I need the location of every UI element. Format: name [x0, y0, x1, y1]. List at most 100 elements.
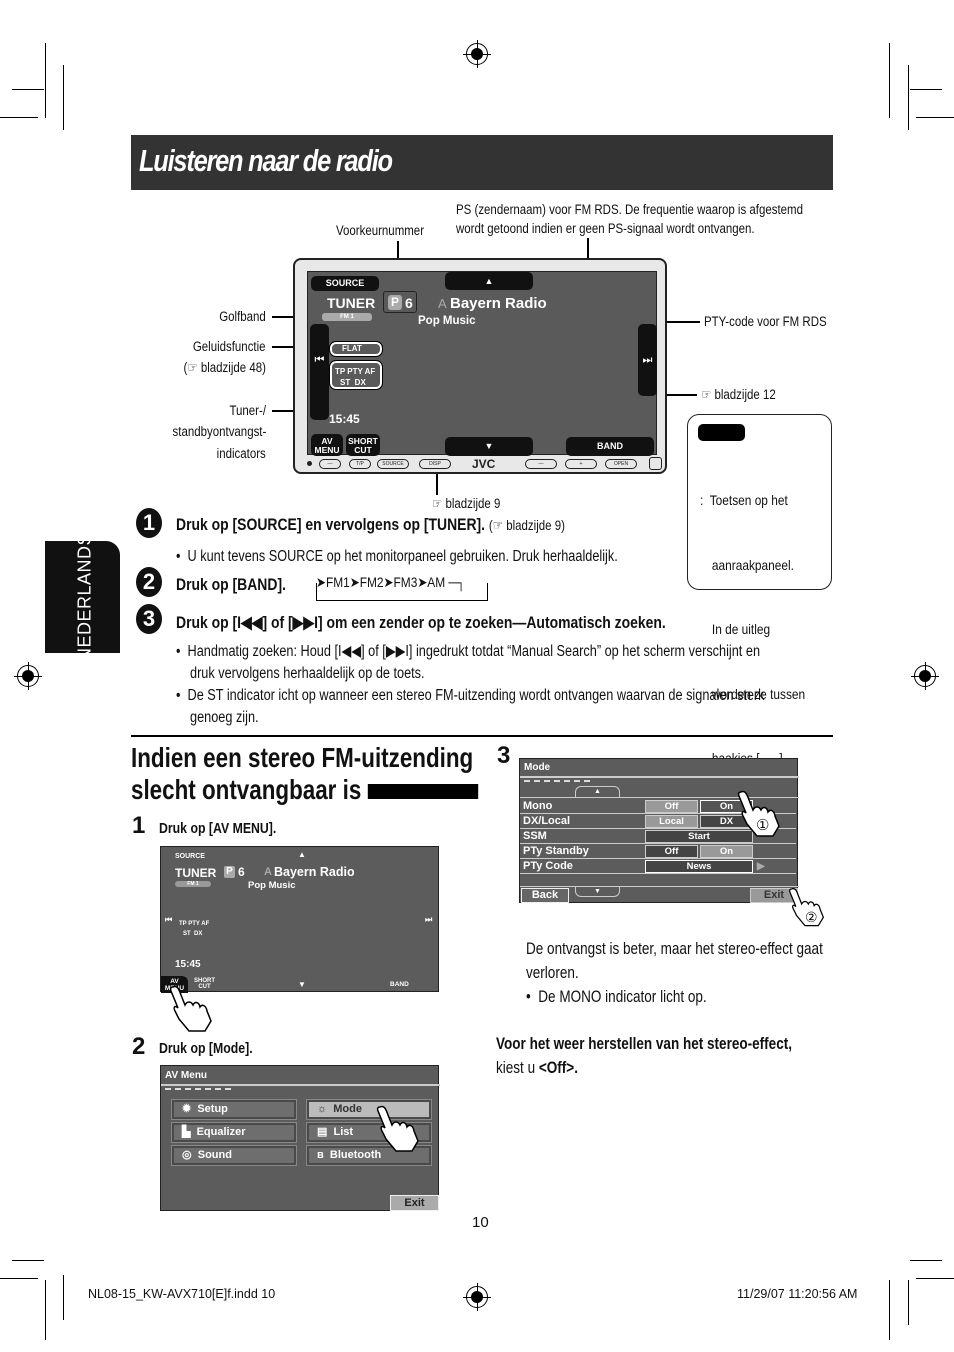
touch-key-symbol: [698, 424, 745, 441]
disp-button[interactable]: DISP: [419, 459, 451, 469]
step-number-3: 3: [136, 604, 162, 634]
av-menu-button[interactable]: AVMENU: [311, 434, 343, 456]
crop-mark: [916, 1278, 954, 1279]
hw-source-button[interactable]: SOURCE: [377, 459, 409, 469]
legend-box: : Toetsen op het aanraakpaneel. In de ui…: [687, 414, 832, 831]
att-button[interactable]: —: [319, 459, 341, 469]
next-button[interactable]: ⏭: [425, 915, 432, 925]
back-button[interactable]: Back: [521, 888, 569, 903]
section-heading-line2: slecht ontvangbaar is: [131, 774, 478, 806]
step-1-ref: (☞ bladzijde 9): [488, 517, 565, 533]
source-button[interactable]: SOURCE: [311, 276, 379, 291]
row-label: PTy Code: [523, 860, 573, 872]
label-page12: ☞ bladzijde 12: [701, 387, 776, 402]
av-menu-label2: MENU: [314, 445, 340, 455]
callout-number-2: ②: [805, 909, 818, 925]
tuner-indicators: TP PTY AF ST DX: [329, 360, 383, 390]
scroll-down-button[interactable]: ▼: [575, 887, 620, 897]
crop-mark: [45, 43, 46, 118]
label-band: Golfband: [219, 309, 266, 324]
result-text-line1: De ontvangst is beter, maar het stereo-e…: [526, 940, 823, 958]
list-divider: [520, 886, 799, 887]
bluetooth-icon: ʙ: [317, 1149, 324, 1161]
step-1-bullet-text: U kunt tevens SOURCE op het monitorpanee…: [187, 548, 618, 565]
volume-up-button[interactable]: +: [565, 459, 597, 469]
footer-timestamp: 11/29/07 11:20:56 AM: [737, 1287, 858, 1301]
band-button[interactable]: BAND: [566, 437, 654, 456]
up-button[interactable]: ▲: [445, 272, 533, 290]
step-3-bullet-cont: druk vervolgens herhaaldelijk op de toet…: [190, 665, 425, 682]
down-button[interactable]: ▼: [445, 437, 533, 456]
language-tab: NEDERLANDS: [45, 533, 120, 661]
prev-button[interactable]: ⏮: [310, 324, 329, 420]
crop-mark: [889, 43, 890, 118]
menu-item-sound[interactable]: ◎ Sound: [171, 1145, 297, 1166]
indicator-row1: TP PTY AF: [335, 367, 376, 376]
preset-number: 6: [238, 865, 245, 879]
option-on[interactable]: On: [700, 845, 753, 858]
open-button[interactable]: OPEN: [605, 459, 637, 469]
gear-icon: ✹: [182, 1103, 192, 1115]
sub-step-2-text: Druk op [Mode].: [159, 1040, 253, 1057]
option-news[interactable]: News: [645, 860, 753, 873]
crop-mark: [0, 1278, 38, 1279]
tuner-screen-small: SOURCE ▲ TUNER FM 1 P 6 A Bayern Radio P…: [160, 846, 439, 993]
equalizer-icon: ▙: [182, 1126, 191, 1138]
option-off-selected[interactable]: Off: [645, 845, 698, 858]
band-button[interactable]: BAND: [390, 981, 409, 988]
label-tuner2: standbyontvangst-: [172, 424, 266, 439]
footer-filename: NL08-15_KW-AVX710[E]f.indd 10: [88, 1287, 276, 1301]
volume-down-button[interactable]: —: [525, 459, 557, 469]
section-heading-line1: Indien een stereo FM-uitzending: [131, 742, 474, 773]
label-tuner1: Tuner-/: [229, 403, 266, 418]
option-off[interactable]: Off: [645, 800, 698, 813]
clock: 15:45: [329, 412, 360, 426]
tp-button[interactable]: T/P: [349, 459, 371, 469]
reset-button[interactable]: [307, 461, 312, 466]
crop-mark: [12, 89, 44, 90]
menu-item-equalizer[interactable]: ▙ Equalizer: [171, 1122, 297, 1143]
down-arrow-icon[interactable]: ▼: [298, 980, 306, 989]
exit-button[interactable]: Exit: [390, 1195, 439, 1211]
next-button[interactable]: ⏭: [638, 324, 657, 396]
station-name: Bayern Radio: [450, 295, 547, 312]
registration-mark-icon: [463, 1283, 491, 1311]
source-button[interactable]: SOURCE: [175, 853, 205, 860]
touch-key-symbol: [367, 784, 478, 800]
crop-mark: [916, 117, 954, 118]
menu-title: Mode: [524, 762, 551, 773]
result-bullet: • De MONO indicator licht op.: [526, 988, 707, 1006]
up-arrow-icon[interactable]: ▲: [298, 850, 306, 859]
menu-item-label: Setup: [197, 1103, 228, 1115]
legend-line: In de uitleg: [711, 621, 771, 637]
crop-mark: [12, 1260, 44, 1261]
sub-step-number-3: 3: [497, 742, 511, 769]
label-sound1: Geluidsfunctie: [193, 339, 266, 354]
option-local[interactable]: Local: [645, 815, 698, 828]
page-title-bar: Luisteren naar de radio: [131, 135, 833, 190]
chevron-right-icon[interactable]: ▶: [757, 859, 765, 874]
crop-mark: [910, 1260, 942, 1261]
mode-row-pty-standby: PTy Standby Off On: [520, 844, 796, 859]
step-3-bullet: • De ST indicator icht op wanneer een st…: [176, 687, 765, 704]
registration-mark-icon: [463, 40, 491, 68]
hardware-panel: — T/P SOURCE DISP JVC — + OPEN: [297, 457, 663, 472]
page-number: 10: [472, 1214, 489, 1231]
step-3-heading: Druk op [I◀◀] of [▶▶I] om een zender op …: [176, 613, 666, 632]
source-name: TUNER: [175, 866, 217, 880]
legend-line: : Toetsen op het: [700, 492, 788, 508]
prev-button[interactable]: ⏮: [165, 915, 172, 925]
label-page9: ☞ bladzijde 9: [432, 496, 501, 511]
indicator-row2: ST DX: [183, 931, 203, 937]
title-dashes: [524, 780, 590, 782]
scroll-up-button[interactable]: ▲: [575, 786, 620, 797]
pointing-hand-icon: [376, 1105, 419, 1152]
cycle-loop-line: [316, 583, 488, 601]
title-divider: [520, 776, 799, 778]
label-ps-line1: PS (zendernaam) voor FM RDS. De frequent…: [456, 202, 803, 217]
band-indicator: FM 1: [322, 313, 372, 321]
section-heading-text: slecht ontvangbaar is: [131, 774, 362, 805]
shortcut-button[interactable]: SHORT CUT: [346, 434, 380, 456]
menu-item-setup[interactable]: ✹ Setup: [171, 1099, 297, 1120]
pointing-hand-icon: [169, 985, 212, 1032]
